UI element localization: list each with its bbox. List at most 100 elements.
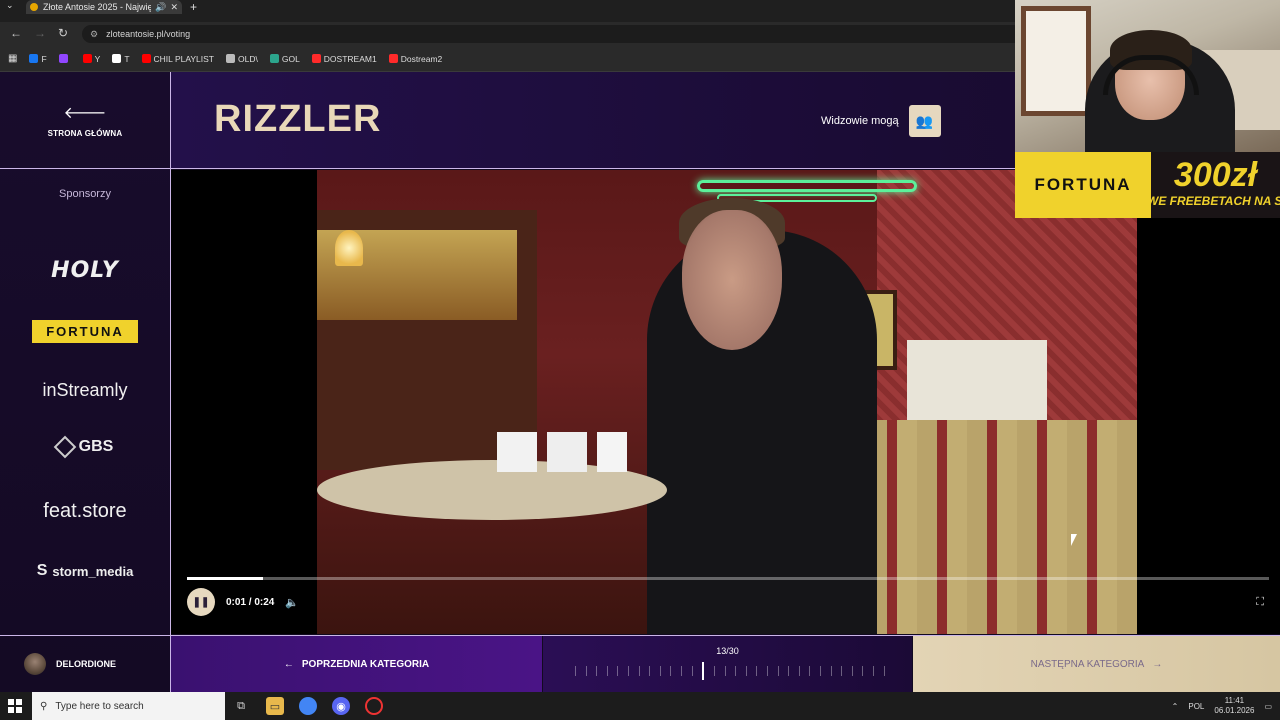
url-field[interactable]: ⚙ zloteantosie.pl/voting <box>82 25 1022 43</box>
avatar <box>24 653 46 675</box>
bookmark-favicon-icon <box>311 54 321 63</box>
sponsor-gbs-text: GBS <box>78 438 114 455</box>
category-tick <box>735 666 737 676</box>
category-tick <box>809 666 811 676</box>
category-tick <box>766 666 768 676</box>
volume-icon[interactable]: 🔈 <box>285 596 299 609</box>
bookmark-favicon-icon <box>112 54 122 63</box>
site-favicon-icon <box>30 3 38 11</box>
chrome-icon[interactable] <box>299 697 317 715</box>
ad-subtext: WE FREEBETACH NA STAR <box>1147 194 1280 208</box>
viewers-group-button[interactable]: 👥 <box>908 105 941 137</box>
sponsor-instreamly-logo[interactable]: inStreamly <box>0 380 170 401</box>
viewers-label: Widzowie mogą <box>821 115 899 127</box>
discord-icon[interactable]: ◉ <box>332 697 350 715</box>
apps-grid-icon[interactable]: ▦ <box>8 53 17 64</box>
close-tab-icon[interactable]: ✕ <box>170 2 178 13</box>
tab-title: Złote Antosie 2025 - Najwię <box>43 2 152 12</box>
category-tick <box>724 666 726 676</box>
forward-icon[interactable]: → <box>34 26 46 40</box>
bookmark-item[interactable]: T <box>112 53 130 64</box>
sponsor-stormmedia-logo[interactable]: Sstorm_media <box>0 562 170 580</box>
bookmark-item[interactable]: OLD\ <box>226 54 258 64</box>
category-title: RIZZLER <box>214 98 382 140</box>
bookmark-item[interactable]: CHIL PLAYLIST <box>141 53 214 64</box>
bookmark-item[interactable]: Y <box>82 53 101 64</box>
category-tick <box>575 666 576 676</box>
category-tick <box>777 666 779 676</box>
back-icon[interactable]: ← <box>10 26 22 40</box>
category-tick <box>596 666 598 676</box>
bookmark-item[interactable] <box>58 54 71 63</box>
bookmark-favicon-icon <box>58 54 68 63</box>
taskbar-search[interactable]: ⚲ Type here to search <box>32 692 225 720</box>
webcam-overlay <box>1015 0 1280 152</box>
new-tab-icon[interactable]: + <box>190 0 197 14</box>
bookmark-label: CHIL PLAYLIST <box>153 53 214 64</box>
fortuna-ad-banner: FORTUNA 300zł WE FREEBETACH NA STAR <box>1015 152 1280 218</box>
category-tick <box>585 666 587 676</box>
category-tick <box>670 666 672 676</box>
viewers-vote-control: Widzowie mogą 👥 <box>821 105 941 137</box>
taskbar-search-placeholder: Type here to search <box>55 700 144 712</box>
users-group-icon: 👥 <box>915 112 934 129</box>
clock-date: 06.01.2026 <box>1214 706 1255 715</box>
user-name: DELORDIONE <box>56 659 117 669</box>
notifications-icon[interactable]: ▭ <box>1264 702 1272 711</box>
category-tick <box>841 666 843 676</box>
sponsor-stormmedia-text: storm_media <box>52 563 134 579</box>
tray-chevron-icon[interactable]: ⌃ <box>1172 702 1179 711</box>
sponsor-holy-text: HOLY <box>51 258 119 283</box>
file-explorer-icon[interactable]: ▭ <box>266 697 284 715</box>
category-tick <box>691 666 693 676</box>
category-tick <box>830 666 832 676</box>
video-progress-bar[interactable] <box>187 577 1269 580</box>
clock[interactable]: 11:41 06.01.2026 <box>1214 696 1254 716</box>
obs-icon[interactable] <box>365 697 383 715</box>
bookmark-label: Y <box>94 53 101 64</box>
bookmark-item[interactable]: DOSTREAM1 <box>311 54 377 64</box>
bookmark-label: F <box>41 53 47 64</box>
system-tray: ⌃ POL 11:41 06.01.2026 ▭ <box>1172 692 1280 720</box>
bookmark-label: T <box>124 53 130 64</box>
previous-category-label: POPRZEDNIA KATEGORIA <box>301 659 430 670</box>
windows-start-icon[interactable] <box>8 699 22 713</box>
bookmark-label: Dostream2 <box>400 53 443 64</box>
category-tick <box>851 666 853 676</box>
category-tick <box>606 666 608 676</box>
sponsor-fortuna-logo[interactable]: FORTUNA <box>0 320 170 343</box>
playback-time: 0:01 / 0:24 <box>226 596 275 608</box>
next-category-label: NASTĘPNA KATEGORIA <box>1030 659 1145 670</box>
speaker-icon[interactable]: 🔊 <box>155 2 166 13</box>
user-profile[interactable]: DELORDIONE <box>0 635 170 692</box>
fullscreen-icon[interactable]: ⛶ <box>1256 596 1264 609</box>
tab-search-icon[interactable]: ⌄ <box>6 0 20 12</box>
bookmark-favicon-icon <box>82 54 92 63</box>
video-progress-fill <box>187 577 263 580</box>
sponsor-featstore-logo[interactable]: feat.store <box>0 500 170 523</box>
category-tick <box>862 666 864 676</box>
home-label: STRONA GŁÓWNA <box>47 129 123 138</box>
reload-icon[interactable]: ↻ <box>58 26 68 40</box>
next-category-button[interactable]: NASTĘPNA KATEGORIA → <box>913 636 1280 693</box>
pause-button[interactable]: ❚❚ <box>187 588 215 616</box>
bookmark-item[interactable]: Dostream2 <box>388 53 443 64</box>
arrow-left-icon: 🡐 <box>63 105 107 122</box>
task-view-icon[interactable]: ⧉ <box>232 697 250 715</box>
previous-category-button[interactable]: ← POPRZEDNIA KATEGORIA <box>171 636 542 693</box>
browser-tab[interactable]: Złote Antosie 2025 - Najwię 🔊 ✕ <box>26 0 182 14</box>
video-player[interactable]: ❚❚ 0:01 / 0:24 🔈 ⛶ <box>171 170 1280 634</box>
home-link[interactable]: 🡐 STRONA GŁÓWNA <box>0 72 170 169</box>
bookmark-item[interactable]: F <box>29 53 47 64</box>
language-indicator[interactable]: POL <box>1188 702 1204 711</box>
mouse-cursor-icon <box>1071 534 1077 546</box>
site-info-icon[interactable]: ⚙ <box>90 29 98 40</box>
sponsor-holy-logo[interactable]: HOLY <box>0 258 170 283</box>
ad-amount: 300zł <box>1173 156 1258 194</box>
url-text: zloteantosie.pl/voting <box>106 29 191 39</box>
sidebar: 🡐 STRONA GŁÓWNA Sponsorzy HOLY FORTUNA i… <box>0 72 171 692</box>
category-tick <box>788 666 790 676</box>
bookmark-item[interactable]: GOL <box>269 54 300 64</box>
search-icon: ⚲ <box>40 700 48 712</box>
sponsor-gbs-logo[interactable]: GBS <box>0 435 170 459</box>
